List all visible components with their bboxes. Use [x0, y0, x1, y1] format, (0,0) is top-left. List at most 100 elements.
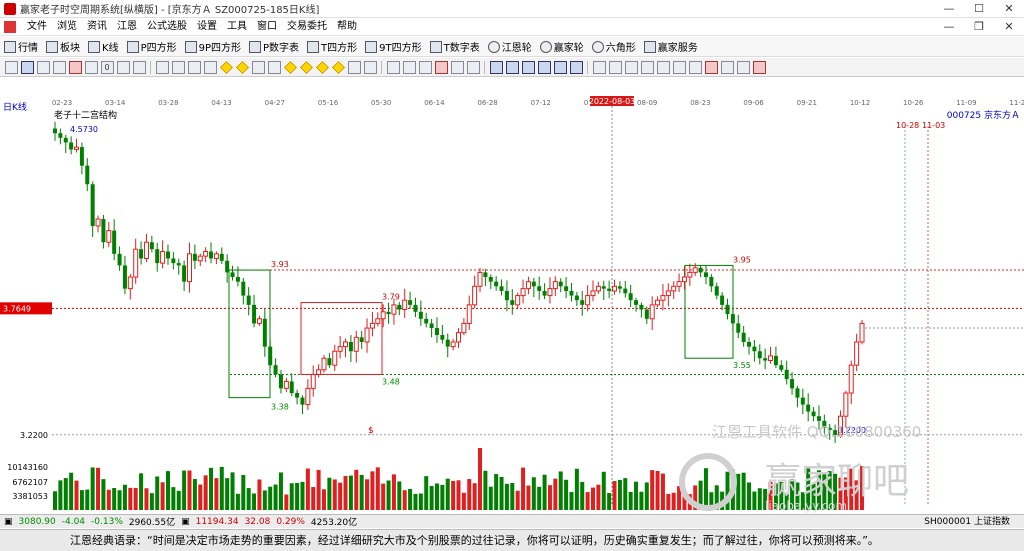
mdi-close-button[interactable]: ✕: [994, 18, 1024, 36]
menu-trade[interactable]: 交易委托: [282, 18, 332, 36]
mdi-restore-button[interactable]: ❐: [964, 18, 994, 36]
volume-bar: [752, 491, 757, 510]
cells-view-icon[interactable]: [672, 60, 686, 74]
tb-quotes[interactable]: 行情: [0, 39, 42, 54]
calendar-icon[interactable]: [489, 60, 503, 74]
stock-code: 000725: [946, 111, 982, 121]
last-bar-icon[interactable]: [171, 60, 185, 74]
zoom-value[interactable]: 0: [100, 60, 114, 74]
tb-9t-square[interactable]: 9T四方形: [361, 39, 425, 54]
pause-icon[interactable]: [4, 60, 18, 74]
tb-t-square[interactable]: T四方形: [303, 39, 361, 54]
tb-service[interactable]: 赢家服务: [640, 39, 702, 54]
pie-icon[interactable]: [736, 60, 750, 74]
grid-tool-icon[interactable]: [363, 60, 377, 74]
table-view-icon[interactable]: [592, 60, 606, 74]
volume-bar: [537, 486, 542, 510]
tb-p-table[interactable]: P数字表: [245, 39, 303, 54]
mdi-minimize-button[interactable]: —: [934, 18, 964, 36]
color-icon[interactable]: [704, 60, 718, 74]
line-tool-icon[interactable]: [267, 60, 281, 74]
menu-tools[interactable]: 工具: [222, 18, 252, 36]
first-bar-icon[interactable]: [155, 60, 169, 74]
hand-icon[interactable]: [386, 60, 400, 74]
diamond-tool-2-icon[interactable]: [235, 60, 249, 74]
layout-icon[interactable]: [52, 60, 66, 74]
candle-body-down: [580, 300, 585, 305]
cross-icon[interactable]: [418, 60, 432, 74]
kline-chart[interactable]: 02-23 03-14 03-28 04-13 04-27 05-16 05-30 06-14…: [0, 96, 1024, 514]
ruler-icon[interactable]: [466, 60, 480, 74]
diamond-tool-6-icon[interactable]: [331, 60, 345, 74]
diamond-tool-4-icon[interactable]: [299, 60, 313, 74]
tb-9p-square-label: 9P四方形: [198, 43, 241, 54]
close-button[interactable]: ✕: [994, 0, 1024, 18]
list-icon[interactable]: [36, 60, 50, 74]
menu-gann[interactable]: 江恩: [112, 18, 142, 36]
options-icon[interactable]: [688, 60, 702, 74]
status-right-label[interactable]: SH000001 上证指数: [924, 515, 1010, 529]
next-icon[interactable]: [203, 60, 217, 74]
multi-chart-icon[interactable]: [84, 60, 98, 74]
split-icon[interactable]: [132, 60, 146, 74]
tb-winner-wheel-label: 赢家轮: [553, 43, 584, 54]
print-icon[interactable]: [521, 60, 535, 74]
fan-tool-icon[interactable]: [347, 60, 361, 74]
layout-view-icon[interactable]: [640, 60, 654, 74]
menu-formula[interactable]: 公式选股: [142, 18, 192, 36]
window-icon[interactable]: [505, 60, 519, 74]
volume-bar: [574, 468, 579, 510]
app-logo-icon: [4, 2, 16, 15]
volume-bar: [90, 467, 95, 510]
eraser-icon[interactable]: [450, 60, 464, 74]
menu-browse[interactable]: 浏览: [52, 18, 82, 36]
candle-body-up: [380, 311, 386, 320]
candle-body-down: [763, 358, 768, 361]
menu-file[interactable]: 文件: [22, 18, 52, 36]
date-tick-label: 03-14: [105, 99, 126, 107]
menu-help[interactable]: 帮助: [332, 18, 362, 36]
tb-hexagon[interactable]: 六角形: [588, 39, 640, 54]
arrow-tool-icon[interactable]: [251, 60, 265, 74]
volume-bar: [96, 467, 101, 510]
matrix-view-icon[interactable]: [656, 60, 670, 74]
menu-info[interactable]: 资讯: [82, 18, 112, 36]
volume-bar: [359, 474, 364, 510]
volume-bar: [225, 478, 230, 510]
dropdown-icon[interactable]: [116, 60, 130, 74]
volume-bar: [58, 480, 63, 510]
maximize-button[interactable]: ☐: [964, 0, 994, 18]
refresh-icon[interactable]: [720, 60, 734, 74]
car-icon[interactable]: [553, 60, 567, 74]
grid-view-icon[interactable]: [608, 60, 622, 74]
infinity-icon[interactable]: [752, 60, 766, 74]
chart-type-icon[interactable]: [20, 60, 34, 74]
tb-gann-wheel[interactable]: 江恩轮: [484, 39, 536, 54]
save-icon[interactable]: [537, 60, 551, 74]
grid-toggle-icon[interactable]: [68, 60, 82, 74]
tool-icon[interactable]: [569, 60, 583, 74]
tb-p-square[interactable]: P四方形: [123, 39, 181, 54]
label-379: 3.79: [382, 293, 400, 302]
period-label[interactable]: 日K线: [3, 100, 27, 113]
tb-kline[interactable]: K线: [84, 39, 123, 54]
menu-app-icon[interactable]: [4, 20, 16, 33]
menu-settings[interactable]: 设置: [192, 18, 222, 36]
menu-window[interactable]: 窗口: [252, 18, 282, 36]
split-view-icon[interactable]: [624, 60, 638, 74]
prev-icon[interactable]: [187, 60, 201, 74]
crosshair-icon[interactable]: [402, 60, 416, 74]
diamond-tool-5-icon[interactable]: [315, 60, 329, 74]
tb-winner-wheel[interactable]: 赢家轮: [536, 39, 588, 54]
tb-t-table[interactable]: T数字表: [426, 39, 484, 54]
gift-icon[interactable]: [434, 60, 448, 74]
diamond-tool-3-icon[interactable]: [283, 60, 297, 74]
volume-bar: [182, 470, 187, 510]
diamond-tool-icon[interactable]: [219, 60, 233, 74]
candle-body-up: [595, 285, 601, 292]
candle-body-down: [730, 314, 735, 324]
volume-bar: [634, 481, 639, 510]
tb-sector[interactable]: 板块: [42, 39, 84, 54]
minimize-button[interactable]: —: [934, 0, 964, 18]
tb-9p-square[interactable]: 9P四方形: [181, 39, 245, 54]
